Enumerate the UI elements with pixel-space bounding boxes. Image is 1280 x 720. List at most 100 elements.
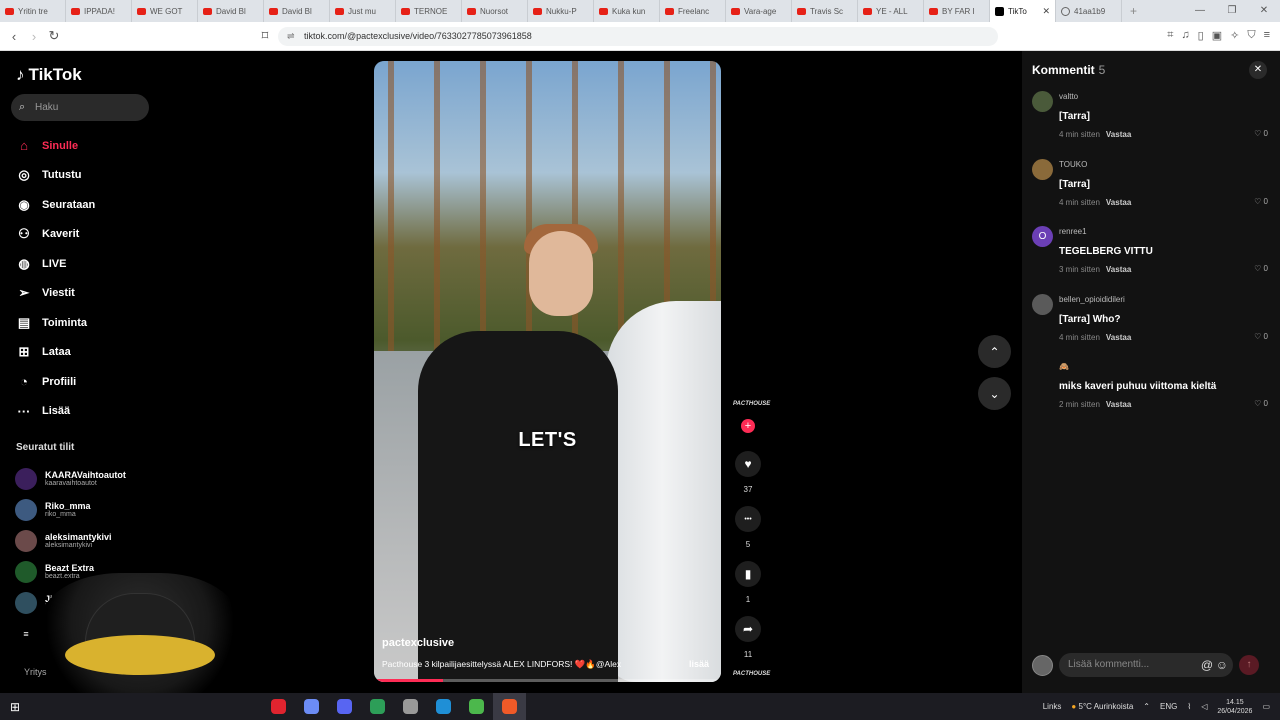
tray-chevron-icon[interactable]: ⌃ bbox=[1143, 702, 1150, 711]
taskbar-app[interactable] bbox=[328, 693, 361, 720]
language-indicator[interactable]: ENG bbox=[1160, 702, 1177, 711]
more-description-button[interactable]: lisää bbox=[689, 659, 709, 669]
search-input[interactable]: ⌕ Haku bbox=[11, 94, 149, 121]
sidebar-icon[interactable]: ▯ bbox=[1198, 29, 1204, 42]
browser-tab[interactable]: YE - ALL bbox=[858, 0, 924, 22]
browser-tab[interactable]: Just mu bbox=[330, 0, 396, 22]
following-item[interactable]: KAARAVaihtoautot kaaravaihtoautot bbox=[15, 463, 126, 494]
sidebar-item-lataa[interactable]: ⊞ Lataa bbox=[15, 338, 95, 368]
sidebar-item-profiili[interactable]: ◔ Profiili bbox=[15, 367, 95, 397]
extension-icon[interactable]: ⌗ bbox=[1167, 29, 1173, 42]
site-info-icon[interactable]: ⇌ bbox=[287, 27, 295, 46]
next-video-button[interactable]: ⌄ bbox=[978, 377, 1011, 410]
comment-username[interactable]: 🙈 bbox=[1059, 362, 1069, 371]
notification-icon[interactable]: ▭ bbox=[1262, 702, 1270, 711]
sidebar-item-live[interactable]: ◍ LIVE bbox=[15, 249, 95, 279]
following-item[interactable]: Riko_mma riko_mma bbox=[15, 494, 126, 525]
bookmark-button[interactable]: ▮ bbox=[735, 561, 761, 587]
browser-tab[interactable]: TikTo ✕ bbox=[990, 0, 1056, 22]
reply-button[interactable]: Vastaa bbox=[1106, 130, 1131, 139]
browser-tab[interactable]: IPPADA! bbox=[66, 0, 132, 22]
browser-tab[interactable]: Vara-age bbox=[726, 0, 792, 22]
vpn-icon[interactable]: ⛉ bbox=[1247, 29, 1255, 42]
weather-widget[interactable]: ● 5°C Aurinkoista bbox=[1071, 702, 1133, 711]
browser-tab[interactable]: Kuka kun bbox=[594, 0, 660, 22]
browser-tab[interactable]: Travis Sc bbox=[792, 0, 858, 22]
share-button[interactable]: ➦ bbox=[735, 616, 761, 642]
back-button[interactable]: ‹ bbox=[4, 29, 24, 44]
sidebar-item-viestit[interactable]: ➢ Viestit bbox=[15, 279, 95, 309]
follow-plus-button[interactable]: + bbox=[741, 419, 755, 433]
sidebar-item-lisää[interactable]: ··· Lisää bbox=[15, 397, 95, 427]
avatar[interactable] bbox=[1032, 293, 1053, 315]
comment-like-button[interactable]: ♡ 0 bbox=[1254, 332, 1268, 341]
reply-button[interactable]: Vastaa bbox=[1106, 265, 1131, 274]
mention-icon[interactable]: @ bbox=[1201, 653, 1213, 677]
comment-like-button[interactable]: ♡ 0 bbox=[1254, 264, 1268, 273]
comment-like-button[interactable]: ♡ 0 bbox=[1254, 129, 1268, 138]
tiktok-logo[interactable]: ♪ TikTok bbox=[16, 65, 82, 85]
send-comment-button[interactable]: ↑ bbox=[1239, 655, 1259, 675]
reply-button[interactable]: Vastaa bbox=[1106, 333, 1131, 342]
minimize-button[interactable]: — bbox=[1184, 0, 1216, 22]
taskbar-app[interactable] bbox=[262, 693, 295, 720]
browser-tab[interactable]: David Bl bbox=[264, 0, 330, 22]
browser-tab[interactable]: Nuorsot bbox=[462, 0, 528, 22]
start-button[interactable]: ⊞ bbox=[0, 693, 30, 720]
previous-video-button[interactable]: ⌃ bbox=[978, 335, 1011, 368]
sound-disc-icon[interactable]: PACTHOUSE bbox=[733, 671, 770, 685]
following-item[interactable]: aleksimantykivi aleksimantykivi bbox=[15, 525, 126, 556]
reply-button[interactable]: Vastaa bbox=[1106, 198, 1131, 207]
taskbar-app[interactable] bbox=[361, 693, 394, 720]
taskbar-app[interactable] bbox=[394, 693, 427, 720]
comment-button[interactable]: ••• bbox=[735, 506, 761, 532]
network-icon[interactable]: ⌇ bbox=[1187, 702, 1191, 711]
video-progress-bar[interactable] bbox=[374, 679, 721, 682]
comment-username[interactable]: bellen_opioididileri bbox=[1059, 295, 1125, 304]
comment-username[interactable]: TOUKO bbox=[1059, 160, 1087, 169]
taskbar-app[interactable] bbox=[460, 693, 493, 720]
browser-tab[interactable]: 41aa1b9 bbox=[1056, 0, 1122, 22]
comment-username[interactable]: renree1 bbox=[1059, 227, 1087, 236]
bookmark-page-icon[interactable]: ⌑ bbox=[255, 28, 275, 44]
sidebar-item-sinulle[interactable]: ⌂ Sinulle bbox=[15, 131, 95, 161]
avatar[interactable]: O bbox=[1032, 226, 1053, 247]
taskbar-app[interactable] bbox=[295, 693, 328, 720]
creator-avatar[interactable]: PACTHOUSE bbox=[733, 401, 770, 415]
close-comments-button[interactable]: ✕ bbox=[1249, 61, 1267, 79]
wallet-icon[interactable]: ▣ bbox=[1212, 29, 1222, 42]
forward-button[interactable]: › bbox=[24, 29, 44, 44]
video-player[interactable]: LET'S pactexclusive Pacthouse 3 kilpaili… bbox=[374, 61, 721, 682]
comment-like-button[interactable]: ♡ 0 bbox=[1254, 197, 1268, 206]
links-toolbar[interactable]: Links bbox=[1043, 702, 1062, 711]
browser-tab[interactable]: Yritin tre bbox=[0, 0, 66, 22]
browser-tab[interactable]: WE GOT bbox=[132, 0, 198, 22]
video-username[interactable]: pactexclusive bbox=[382, 637, 454, 649]
sidebar-item-seurataan[interactable]: ◉ Seurataan bbox=[15, 190, 95, 220]
menu-icon[interactable]: ≡ bbox=[1264, 29, 1270, 42]
reload-button[interactable]: ↻ bbox=[44, 28, 64, 44]
ai-icon[interactable]: ✧ bbox=[1230, 29, 1239, 42]
avatar[interactable] bbox=[1032, 91, 1053, 112]
like-button[interactable]: ♥ bbox=[735, 451, 761, 477]
comment-input[interactable]: Lisää kommentti... @ ☺ bbox=[1059, 653, 1233, 677]
sidebar-item-tutustu[interactable]: ◎ Tutustu bbox=[15, 161, 95, 191]
close-tab-icon[interactable]: ✕ bbox=[1042, 6, 1050, 17]
close-window-button[interactable]: ✕ bbox=[1248, 0, 1280, 22]
avatar[interactable] bbox=[1032, 158, 1053, 180]
emoji-icon[interactable]: ☺ bbox=[1216, 653, 1228, 677]
comment-username[interactable]: valtto bbox=[1059, 92, 1078, 101]
volume-icon[interactable]: ◁ bbox=[1201, 702, 1207, 711]
footer-link[interactable]: Yritys bbox=[24, 667, 47, 677]
maximize-button[interactable]: ❐ bbox=[1216, 0, 1248, 22]
clock[interactable]: 14.15 26/04/2026 bbox=[1217, 698, 1252, 716]
reply-button[interactable]: Vastaa bbox=[1106, 400, 1131, 409]
avatar[interactable] bbox=[1032, 361, 1053, 382]
sidebar-item-toiminta[interactable]: ▤ Toiminta bbox=[15, 308, 95, 338]
taskbar-app[interactable] bbox=[427, 693, 460, 720]
music-icon[interactable]: ♫ bbox=[1181, 29, 1189, 42]
taskbar-app[interactable] bbox=[493, 693, 526, 720]
browser-tab[interactable]: Nukku-P bbox=[528, 0, 594, 22]
browser-tab[interactable]: Freelanc bbox=[660, 0, 726, 22]
sidebar-item-kaverit[interactable]: ⚇ Kaverit bbox=[15, 220, 95, 250]
